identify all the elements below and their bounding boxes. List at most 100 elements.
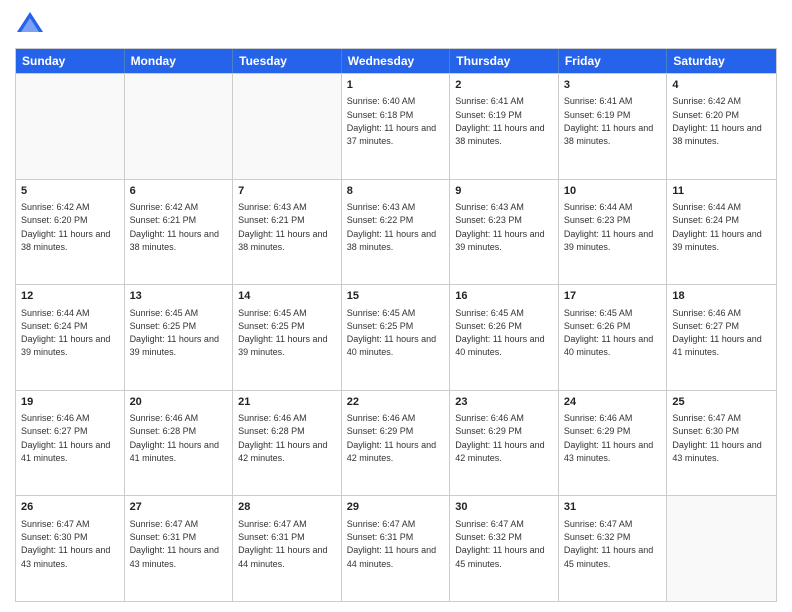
calendar-cell: 22 Sunrise: 6:46 AMSunset: 6:29 PMDayligh… [342, 391, 451, 496]
cell-info: Sunrise: 6:43 AMSunset: 6:22 PMDaylight:… [347, 202, 436, 252]
day-number: 29 [347, 500, 445, 515]
cell-info: Sunrise: 6:45 AMSunset: 6:25 PMDaylight:… [130, 308, 219, 358]
calendar-cell: 1 Sunrise: 6:40 AMSunset: 6:18 PMDaylight… [342, 74, 451, 179]
day-number: 19 [21, 395, 119, 410]
calendar-cell: 24 Sunrise: 6:46 AMSunset: 6:29 PMDayligh… [559, 391, 668, 496]
calendar-cell: 9 Sunrise: 6:43 AMSunset: 6:23 PMDaylight… [450, 180, 559, 285]
day-number: 15 [347, 289, 445, 304]
calendar-cell: 13 Sunrise: 6:45 AMSunset: 6:25 PMDayligh… [125, 285, 234, 390]
day-number: 9 [455, 184, 553, 199]
day-number: 24 [564, 395, 662, 410]
cell-info: Sunrise: 6:45 AMSunset: 6:25 PMDaylight:… [238, 308, 327, 358]
calendar-cell [125, 74, 234, 179]
logo [15, 10, 49, 40]
day-number: 13 [130, 289, 228, 304]
calendar-row-2: 12 Sunrise: 6:44 AMSunset: 6:24 PMDayligh… [16, 284, 776, 390]
calendar-cell: 14 Sunrise: 6:45 AMSunset: 6:25 PMDayligh… [233, 285, 342, 390]
calendar-cell: 30Sunrise: 6:47 AMSunset: 6:32 PMDayligh… [450, 496, 559, 601]
calendar-row-1: 5 Sunrise: 6:42 AMSunset: 6:20 PMDaylight… [16, 179, 776, 285]
header-day-monday: Monday [125, 49, 234, 73]
day-number: 17 [564, 289, 662, 304]
cell-info: Sunrise: 6:47 AMSunset: 6:32 PMDaylight:… [564, 519, 653, 569]
cell-info: Sunrise: 6:40 AMSunset: 6:18 PMDaylight:… [347, 96, 436, 146]
cell-info: Sunrise: 6:46 AMSunset: 6:27 PMDaylight:… [672, 308, 761, 358]
calendar-cell: 31 Sunrise: 6:47 AMSunset: 6:32 PMDayligh… [559, 496, 668, 601]
calendar-row-0: 1 Sunrise: 6:40 AMSunset: 6:18 PMDaylight… [16, 73, 776, 179]
day-number: 26 [21, 500, 119, 515]
calendar-cell: 11 Sunrise: 6:44 AMSunset: 6:24 PMDayligh… [667, 180, 776, 285]
calendar-cell: 28Sunrise: 6:47 AMSunset: 6:31 PMDayligh… [233, 496, 342, 601]
cell-info: Sunrise: 6:43 AMSunset: 6:21 PMDaylight:… [238, 202, 327, 252]
calendar-cell: 16Sunrise: 6:45 AMSunset: 6:26 PMDayligh… [450, 285, 559, 390]
day-number: 27 [130, 500, 228, 515]
day-number: 28 [238, 500, 336, 515]
calendar-body: 1 Sunrise: 6:40 AMSunset: 6:18 PMDaylight… [16, 73, 776, 601]
calendar-header: SundayMondayTuesdayWednesdayThursdayFrid… [16, 49, 776, 73]
calendar-cell: 12 Sunrise: 6:44 AMSunset: 6:24 PMDayligh… [16, 285, 125, 390]
day-number: 12 [21, 289, 119, 304]
cell-info: Sunrise: 6:46 AMSunset: 6:29 PMDaylight:… [564, 413, 653, 463]
calendar-cell: 5 Sunrise: 6:42 AMSunset: 6:20 PMDaylight… [16, 180, 125, 285]
calendar-cell: 20 Sunrise: 6:46 AMSunset: 6:28 PMDayligh… [125, 391, 234, 496]
cell-info: Sunrise: 6:41 AMSunset: 6:19 PMDaylight:… [564, 96, 653, 146]
cell-info: Sunrise: 6:46 AMSunset: 6:29 PMDaylight:… [455, 413, 544, 463]
calendar-cell: 15 Sunrise: 6:45 AMSunset: 6:25 PMDayligh… [342, 285, 451, 390]
calendar-cell: 2 Sunrise: 6:41 AMSunset: 6:19 PMDaylight… [450, 74, 559, 179]
cell-info: Sunrise: 6:46 AMSunset: 6:29 PMDaylight:… [347, 413, 436, 463]
cell-info: Sunrise: 6:47 AMSunset: 6:31 PMDaylight:… [347, 519, 436, 569]
calendar-cell: 3 Sunrise: 6:41 AMSunset: 6:19 PMDaylight… [559, 74, 668, 179]
calendar-cell: 25Sunrise: 6:47 AMSunset: 6:30 PMDayligh… [667, 391, 776, 496]
calendar-row-4: 26 Sunrise: 6:47 AMSunset: 6:30 PMDayligh… [16, 495, 776, 601]
calendar-cell: 19 Sunrise: 6:46 AMSunset: 6:27 PMDayligh… [16, 391, 125, 496]
calendar-cell: 7 Sunrise: 6:43 AMSunset: 6:21 PMDaylight… [233, 180, 342, 285]
cell-info: Sunrise: 6:46 AMSunset: 6:27 PMDaylight:… [21, 413, 110, 463]
calendar-cell [233, 74, 342, 179]
day-number: 31 [564, 500, 662, 515]
day-number: 5 [21, 184, 119, 199]
cell-info: Sunrise: 6:47 AMSunset: 6:31 PMDaylight:… [130, 519, 219, 569]
header-day-friday: Friday [559, 49, 668, 73]
cell-info: Sunrise: 6:43 AMSunset: 6:23 PMDaylight:… [455, 202, 544, 252]
cell-info: Sunrise: 6:45 AMSunset: 6:25 PMDaylight:… [347, 308, 436, 358]
cell-info: Sunrise: 6:42 AMSunset: 6:21 PMDaylight:… [130, 202, 219, 252]
day-number: 8 [347, 184, 445, 199]
cell-info: Sunrise: 6:47 AMSunset: 6:30 PMDaylight:… [21, 519, 110, 569]
cell-info: Sunrise: 6:44 AMSunset: 6:24 PMDaylight:… [21, 308, 110, 358]
day-number: 3 [564, 78, 662, 93]
header-day-wednesday: Wednesday [342, 49, 451, 73]
day-number: 4 [672, 78, 771, 93]
cell-info: Sunrise: 6:42 AMSunset: 6:20 PMDaylight:… [21, 202, 110, 252]
day-number: 11 [672, 184, 771, 199]
calendar-cell: 27 Sunrise: 6:47 AMSunset: 6:31 PMDayligh… [125, 496, 234, 601]
header-day-saturday: Saturday [667, 49, 776, 73]
day-number: 2 [455, 78, 553, 93]
calendar-cell: 21 Sunrise: 6:46 AMSunset: 6:28 PMDayligh… [233, 391, 342, 496]
day-number: 23 [455, 395, 553, 410]
day-number: 21 [238, 395, 336, 410]
cell-info: Sunrise: 6:46 AMSunset: 6:28 PMDaylight:… [238, 413, 327, 463]
day-number: 22 [347, 395, 445, 410]
cell-info: Sunrise: 6:46 AMSunset: 6:28 PMDaylight:… [130, 413, 219, 463]
cell-info: Sunrise: 6:44 AMSunset: 6:24 PMDaylight:… [672, 202, 761, 252]
day-number: 14 [238, 289, 336, 304]
calendar-cell [16, 74, 125, 179]
calendar-cell: 17 Sunrise: 6:45 AMSunset: 6:26 PMDayligh… [559, 285, 668, 390]
cell-info: Sunrise: 6:47 AMSunset: 6:32 PMDaylight:… [455, 519, 544, 569]
cell-info: Sunrise: 6:44 AMSunset: 6:23 PMDaylight:… [564, 202, 653, 252]
cell-info: Sunrise: 6:42 AMSunset: 6:20 PMDaylight:… [672, 96, 761, 146]
cell-info: Sunrise: 6:45 AMSunset: 6:26 PMDaylight:… [564, 308, 653, 358]
calendar: SundayMondayTuesdayWednesdayThursdayFrid… [15, 48, 777, 602]
day-number: 20 [130, 395, 228, 410]
calendar-row-3: 19 Sunrise: 6:46 AMSunset: 6:27 PMDayligh… [16, 390, 776, 496]
day-number: 10 [564, 184, 662, 199]
header-day-thursday: Thursday [450, 49, 559, 73]
header-day-tuesday: Tuesday [233, 49, 342, 73]
calendar-cell: 18Sunrise: 6:46 AMSunset: 6:27 PMDayligh… [667, 285, 776, 390]
header-day-sunday: Sunday [16, 49, 125, 73]
cell-info: Sunrise: 6:41 AMSunset: 6:19 PMDaylight:… [455, 96, 544, 146]
calendar-cell: 6Sunrise: 6:42 AMSunset: 6:21 PMDaylight… [125, 180, 234, 285]
day-number: 1 [347, 78, 445, 93]
day-number: 7 [238, 184, 336, 199]
calendar-cell: 8 Sunrise: 6:43 AMSunset: 6:22 PMDaylight… [342, 180, 451, 285]
day-number: 25 [672, 395, 771, 410]
